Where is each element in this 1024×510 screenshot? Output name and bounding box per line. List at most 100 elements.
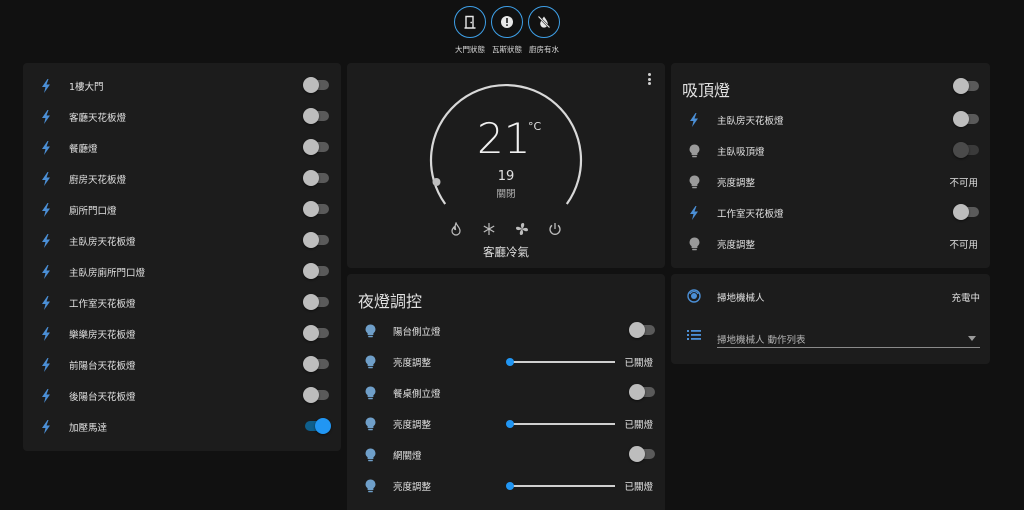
switch-row[interactable]: 客廳天花板燈 bbox=[23, 101, 341, 132]
vacuum-name: 掃地機械人 bbox=[717, 293, 765, 304]
switch-label: 1樓大門 bbox=[69, 81, 104, 93]
ceiling-light-state: 不可用 bbox=[949, 239, 978, 251]
badge-door-status[interactable] bbox=[454, 6, 486, 38]
switch-label: 工作室天花板燈 bbox=[69, 298, 136, 310]
robot-vacuum-icon bbox=[687, 289, 701, 303]
power-icon[interactable] bbox=[548, 222, 562, 236]
heat-icon[interactable] bbox=[450, 222, 462, 236]
switch-toggle[interactable] bbox=[303, 294, 329, 310]
brightness-slider-thumb[interactable] bbox=[506, 482, 514, 490]
night-light-row[interactable]: 亮度調整 已關燈 bbox=[347, 408, 665, 439]
brightness-slider-thumb[interactable] bbox=[506, 420, 514, 428]
night-light-toggle[interactable] bbox=[629, 446, 655, 462]
ceiling-light-toggle[interactable] bbox=[953, 111, 979, 127]
fan-icon[interactable] bbox=[515, 222, 529, 236]
thermostat-name: 客廳冷氣 bbox=[483, 245, 529, 259]
night-light-row[interactable]: 亮度調整 已關燈 bbox=[347, 346, 665, 377]
ceiling-light-row[interactable]: 主臥房天花板燈 bbox=[671, 104, 990, 135]
night-light-state: 已關燈 bbox=[624, 481, 653, 493]
bolt-icon bbox=[687, 112, 701, 128]
switch-row[interactable]: 樂樂房天花板燈 bbox=[23, 318, 341, 349]
target-temperature: 19 bbox=[497, 169, 515, 184]
bulb-icon bbox=[363, 416, 377, 432]
brightness-slider[interactable] bbox=[506, 420, 615, 428]
thermostat-card: 21 °C 19 關閉 客廳冷氣 bbox=[347, 63, 665, 268]
bolt-icon bbox=[39, 109, 53, 125]
bolt-icon bbox=[39, 295, 53, 311]
night-light-row[interactable]: 網關燈 bbox=[347, 439, 665, 470]
switch-row[interactable]: 主臥房天花板燈 bbox=[23, 225, 341, 256]
ceiling-light-row[interactable]: 亮度調整 不可用 bbox=[671, 166, 990, 197]
hvac-mode: 關閉 bbox=[496, 189, 516, 200]
vacuum-card: 掃地機械人 充電中 掃地機械人 動作列表 bbox=[671, 274, 990, 364]
night-light-label: 陽台側立燈 bbox=[393, 326, 441, 338]
switch-toggle[interactable] bbox=[303, 170, 329, 186]
bolt-icon bbox=[39, 264, 53, 280]
night-light-row[interactable]: 亮度調整 已關燈 bbox=[347, 470, 665, 501]
switch-label: 主臥房廁所門口燈 bbox=[69, 267, 146, 279]
ceiling-light-toggle[interactable] bbox=[953, 204, 979, 220]
switch-toggle[interactable] bbox=[303, 77, 329, 93]
switch-row[interactable]: 加壓馬達 bbox=[23, 411, 341, 442]
switch-list-card: 1樓大門客廳天花板燈餐廳燈廚房天花板燈 廁所門口燈主臥房天花板燈主臥房廁所門口燈工… bbox=[23, 63, 341, 451]
list-icon bbox=[687, 330, 701, 340]
switch-toggle[interactable] bbox=[303, 232, 329, 248]
bulb-icon bbox=[363, 323, 377, 339]
ceiling-light-row[interactable]: 亮度調整 不可用 bbox=[671, 228, 990, 259]
alert-icon bbox=[501, 16, 513, 28]
bolt-icon bbox=[39, 78, 53, 94]
switch-label: 廁所門口燈 bbox=[69, 205, 117, 217]
ceiling-lights-master-toggle[interactable] bbox=[953, 78, 979, 94]
switch-toggle[interactable] bbox=[305, 418, 331, 434]
night-light-state: 已關燈 bbox=[624, 357, 653, 369]
switch-label: 前陽台天花板燈 bbox=[69, 360, 136, 372]
badge-kitchen-water[interactable] bbox=[528, 6, 560, 38]
bolt-icon bbox=[39, 419, 53, 435]
switch-toggle[interactable] bbox=[303, 263, 329, 279]
bolt-icon bbox=[39, 202, 53, 218]
switch-row[interactable]: 廚房天花板燈 bbox=[23, 163, 341, 194]
switch-row[interactable]: 工作室天花板燈 bbox=[23, 287, 341, 318]
switch-label: 廚房天花板燈 bbox=[69, 174, 127, 186]
bulb-icon bbox=[363, 354, 377, 370]
switch-row[interactable]: 後陽台天花板燈 bbox=[23, 380, 341, 411]
badge-gas-status[interactable] bbox=[491, 6, 523, 38]
night-light-toggle[interactable] bbox=[629, 384, 655, 400]
bulb-icon bbox=[363, 478, 377, 494]
ceiling-light-label: 主臥房天花板燈 bbox=[717, 115, 784, 127]
night-light-toggle[interactable] bbox=[629, 322, 655, 338]
switch-toggle[interactable] bbox=[303, 387, 329, 403]
door-icon bbox=[464, 15, 476, 29]
cool-icon[interactable] bbox=[482, 222, 496, 236]
night-lights-card: 夜燈調控 陽台側立燈 亮度調整 已關燈 餐桌側立燈 亮度調整 已關燈 網關燈 亮度調整 已關燈 bbox=[347, 274, 665, 510]
switch-row[interactable]: 1樓大門 bbox=[23, 70, 341, 101]
temperature-unit: °C bbox=[528, 120, 542, 133]
ceiling-light-row[interactable]: 主臥吸頂燈 bbox=[671, 135, 990, 166]
badge-bar: 大門狀態 瓦斯狀態 廚房有水 bbox=[450, 0, 570, 60]
night-light-label: 網關燈 bbox=[393, 450, 422, 462]
night-light-row[interactable]: 陽台側立燈 bbox=[347, 315, 665, 346]
bolt-icon bbox=[39, 140, 53, 156]
brightness-slider-thumb[interactable] bbox=[506, 358, 514, 366]
brightness-slider[interactable] bbox=[506, 358, 615, 366]
switch-row[interactable]: 廁所門口燈 bbox=[23, 194, 341, 225]
night-light-row[interactable]: 餐桌側立燈 bbox=[347, 377, 665, 408]
bolt-icon bbox=[39, 171, 53, 187]
ceiling-light-label: 亮度調整 bbox=[717, 177, 756, 189]
switch-toggle[interactable] bbox=[303, 139, 329, 155]
switch-toggle[interactable] bbox=[303, 356, 329, 372]
vacuum-action-select[interactable]: 掃地機械人 動作列表 bbox=[717, 326, 980, 348]
ceiling-light-row[interactable]: 工作室天花板燈 bbox=[671, 197, 990, 228]
current-temperature: 21 bbox=[477, 114, 531, 163]
ceiling-light-label: 亮度調整 bbox=[717, 239, 756, 251]
more-menu-icon[interactable] bbox=[648, 73, 652, 87]
switch-toggle[interactable] bbox=[303, 108, 329, 124]
switch-row[interactable]: 前陽台天花板燈 bbox=[23, 349, 341, 380]
night-light-state: 已關燈 bbox=[624, 419, 653, 431]
switch-toggle[interactable] bbox=[303, 201, 329, 217]
switch-label: 餐廳燈 bbox=[69, 143, 98, 155]
switch-toggle[interactable] bbox=[303, 325, 329, 341]
switch-row[interactable]: 餐廳燈 bbox=[23, 132, 341, 163]
brightness-slider[interactable] bbox=[506, 482, 615, 490]
switch-row[interactable]: 主臥房廁所門口燈 bbox=[23, 256, 341, 287]
